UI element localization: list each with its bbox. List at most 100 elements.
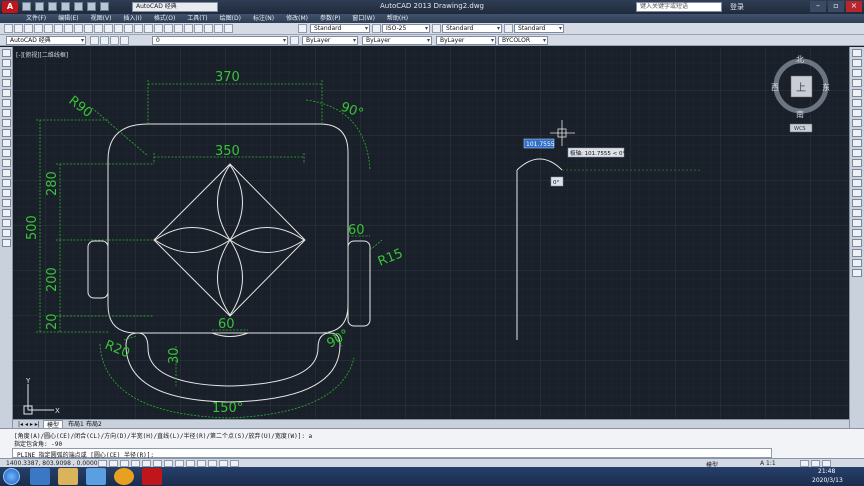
grid-icon[interactable]	[109, 460, 118, 467]
search-input[interactable]: 键入关键字或短语	[636, 2, 722, 12]
viewcube-east[interactable]: 东	[822, 82, 830, 92]
preview-icon[interactable]	[44, 24, 53, 33]
browser-icon[interactable]	[30, 468, 50, 485]
quick-properties-icon[interactable]	[219, 460, 228, 467]
dyn-icon[interactable]	[186, 460, 195, 467]
menu-parametric[interactable]: 参数(P)	[320, 14, 340, 23]
new-icon[interactable]	[4, 24, 13, 33]
paste-icon[interactable]	[84, 24, 93, 33]
mtext-icon[interactable]	[1, 229, 11, 237]
clock-time[interactable]: 21:48	[818, 468, 835, 475]
menu-draw[interactable]: 绘图(D)	[220, 14, 241, 23]
join-icon[interactable]	[852, 169, 862, 177]
zoom-window-icon[interactable]	[144, 24, 153, 33]
menu-tools[interactable]: 工具(T)	[187, 14, 207, 23]
tool-palettes-icon[interactable]	[184, 24, 193, 33]
point-icon[interactable]	[1, 179, 11, 187]
calculator-icon[interactable]	[214, 24, 223, 33]
zoom-previous-icon[interactable]	[154, 24, 163, 33]
angular-dim-icon[interactable]	[852, 249, 862, 257]
properties-icon[interactable]	[164, 24, 173, 33]
chrome-icon[interactable]	[114, 468, 134, 485]
redo-icon[interactable]	[114, 24, 123, 33]
open-icon[interactable]	[35, 2, 44, 11]
circle-icon[interactable]	[1, 109, 11, 117]
trim-icon[interactable]	[852, 139, 862, 147]
chamfer-icon[interactable]	[852, 179, 862, 187]
offset-icon[interactable]	[852, 79, 862, 87]
table-style-icon[interactable]	[432, 24, 441, 33]
polygon-icon[interactable]	[1, 79, 11, 87]
insert-block-icon[interactable]	[1, 159, 11, 167]
menu-modify[interactable]: 修改(M)	[286, 14, 308, 23]
markup-icon[interactable]	[204, 24, 213, 33]
add-selected-icon[interactable]	[1, 239, 11, 247]
make-block-icon[interactable]	[1, 169, 11, 177]
hatch-icon[interactable]	[1, 189, 11, 197]
viewport-controls[interactable]: [-][俯视][二维线框]	[16, 50, 68, 59]
aligned-dim-icon[interactable]	[852, 219, 862, 227]
baseline-dim-icon[interactable]	[852, 259, 862, 267]
help-icon[interactable]	[224, 24, 233, 33]
dim-style-select[interactable]: ISO-25	[382, 24, 430, 33]
gear-icon[interactable]	[90, 36, 99, 45]
scale-icon[interactable]	[852, 119, 862, 127]
menu-edit[interactable]: 编辑(E)	[58, 14, 78, 23]
viewcube-south[interactable]: 南	[796, 109, 804, 119]
linetype-select[interactable]: ByLayer	[362, 36, 432, 45]
radius-dim-icon[interactable]	[852, 239, 862, 247]
login-button[interactable]: 登录	[730, 2, 744, 12]
sheet-set-icon[interactable]	[194, 24, 203, 33]
annotation-scale[interactable]: A 1:1	[760, 460, 776, 467]
command-input[interactable]: PLINE 指定圆弧的端点或 [圆心(CE) 半径(R)]:	[12, 448, 772, 459]
revision-cloud-icon[interactable]	[1, 119, 11, 127]
layer-state-icon[interactable]	[290, 36, 299, 45]
viewcube-west[interactable]: 西	[771, 83, 779, 92]
drawing-canvas[interactable]: 370 350 R90 90° 280 500 200 20 60 R15 60…	[13, 47, 849, 419]
match-properties-icon[interactable]	[94, 24, 103, 33]
folder-icon[interactable]	[58, 468, 78, 485]
extend-icon[interactable]	[852, 149, 862, 157]
menu-insert[interactable]: 插入(I)	[123, 14, 141, 23]
stretch-icon[interactable]	[852, 129, 862, 137]
pan-icon[interactable]	[124, 24, 133, 33]
polyline-icon[interactable]	[1, 69, 11, 77]
coordinates-readout[interactable]: 1400.3387, 803.9098 , 0.0000	[6, 460, 98, 467]
workspace-dropdown[interactable]: AutoCAD 经典	[132, 2, 218, 12]
fillet-icon[interactable]	[852, 189, 862, 197]
transparency-icon[interactable]	[208, 460, 217, 467]
menu-format[interactable]: 格式(O)	[154, 14, 175, 23]
lock-icon[interactable]	[811, 460, 820, 467]
autocad-logo-icon[interactable]: A	[2, 1, 18, 13]
plot-style-select[interactable]: BYCOLOR	[498, 36, 548, 45]
lineweight-icon[interactable]	[197, 460, 206, 467]
lightbulb-icon[interactable]	[110, 36, 119, 45]
move-icon[interactable]	[852, 99, 862, 107]
osnap-icon[interactable]	[142, 460, 151, 467]
close-button[interactable]: ×	[846, 1, 862, 12]
mirror-icon[interactable]	[852, 69, 862, 77]
app-icon[interactable]	[86, 468, 106, 485]
arc-length-icon[interactable]	[852, 229, 862, 237]
menu-help[interactable]: 帮助(H)	[387, 14, 408, 23]
color-select[interactable]: ByLayer	[302, 36, 358, 45]
spline-icon[interactable]	[1, 129, 11, 137]
otrack-icon[interactable]	[164, 460, 173, 467]
print-icon[interactable]	[74, 2, 83, 11]
maximize-button[interactable]: ▫	[828, 1, 844, 12]
workspace-select[interactable]: AutoCAD 经典	[6, 36, 86, 45]
cut-icon[interactable]	[64, 24, 73, 33]
workspace-switch-icon[interactable]	[800, 460, 809, 467]
menu-window[interactable]: 窗口(W)	[352, 14, 375, 23]
erase-icon[interactable]	[852, 49, 862, 57]
linear-dim-icon[interactable]	[852, 209, 862, 217]
table-icon[interactable]	[1, 219, 11, 227]
layer-manager-icon[interactable]	[100, 36, 109, 45]
save-as-icon[interactable]	[61, 2, 70, 11]
copy-object-icon[interactable]	[852, 59, 862, 67]
polar-icon[interactable]	[131, 460, 140, 467]
selection-cycling-icon[interactable]	[230, 460, 239, 467]
copy-icon[interactable]	[74, 24, 83, 33]
sun-icon[interactable]	[120, 36, 129, 45]
viewcube-north[interactable]: 北	[796, 55, 804, 64]
